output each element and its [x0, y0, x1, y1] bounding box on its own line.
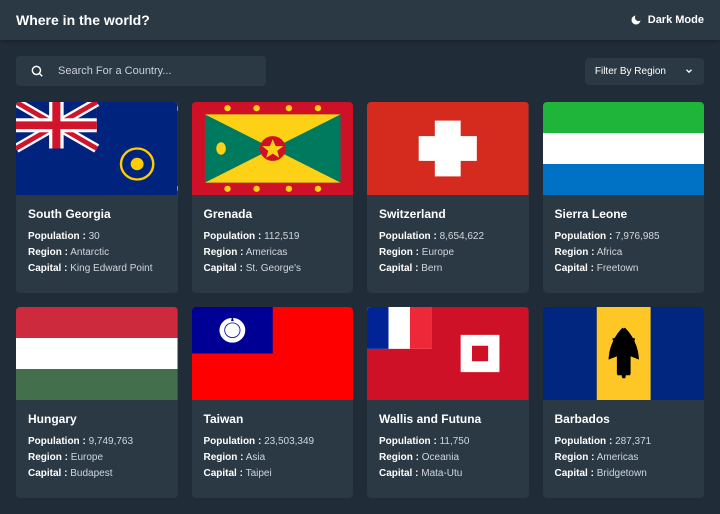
- country-name: Taiwan: [204, 412, 342, 426]
- country-name: Switzerland: [379, 207, 517, 221]
- flag-image: [16, 307, 178, 400]
- country-info: Taiwan Population : 23,503,349 Region : …: [192, 400, 354, 498]
- region-filter[interactable]: Filter By Region: [585, 58, 704, 85]
- header: Where in the world? Dark Mode: [0, 0, 720, 40]
- country-card[interactable]: Wallis and Futuna Population : 11,750 Re…: [367, 307, 529, 498]
- country-name: Sierra Leone: [555, 207, 693, 221]
- darkmode-toggle[interactable]: Dark Mode: [630, 14, 704, 26]
- country-meta: Population : 287,371 Region : Americas C…: [555, 434, 693, 482]
- country-card[interactable]: Taiwan Population : 23,503,349 Region : …: [192, 307, 354, 498]
- country-info: Sierra Leone Population : 7,976,985 Regi…: [543, 195, 705, 293]
- page-title: Where in the world?: [16, 12, 150, 28]
- country-info: Barbados Population : 287,371 Region : A…: [543, 400, 705, 498]
- country-grid: South Georgia Population : 30 Region : A…: [0, 102, 720, 514]
- country-card[interactable]: Switzerland Population : 8,654,622 Regio…: [367, 102, 529, 293]
- country-info: Grenada Population : 112,519 Region : Am…: [192, 195, 354, 293]
- country-card[interactable]: Barbados Population : 287,371 Region : A…: [543, 307, 705, 498]
- flag-image: [543, 102, 705, 195]
- country-info: South Georgia Population : 30 Region : A…: [16, 195, 178, 293]
- search-box[interactable]: [16, 56, 266, 86]
- flag-image: [192, 102, 354, 195]
- country-name: South Georgia: [28, 207, 166, 221]
- flag-image: [367, 307, 529, 400]
- flag-image: [543, 307, 705, 400]
- country-meta: Population : 11,750 Region : Oceania Cap…: [379, 434, 517, 482]
- country-card[interactable]: Hungary Population : 9,749,763 Region : …: [16, 307, 178, 498]
- country-meta: Population : 23,503,349 Region : Asia Ca…: [204, 434, 342, 482]
- flag-image: [367, 102, 529, 195]
- country-meta: Population : 112,519 Region : Americas C…: [204, 229, 342, 277]
- search-input[interactable]: [58, 65, 252, 77]
- country-card[interactable]: Grenada Population : 112,519 Region : Am…: [192, 102, 354, 293]
- controls-bar: Filter By Region: [0, 40, 720, 102]
- flag-image: [192, 307, 354, 400]
- country-card[interactable]: South Georgia Population : 30 Region : A…: [16, 102, 178, 293]
- chevron-down-icon: [684, 66, 694, 76]
- country-name: Barbados: [555, 412, 693, 426]
- country-meta: Population : 8,654,622 Region : Europe C…: [379, 229, 517, 277]
- filter-label: Filter By Region: [595, 66, 666, 77]
- country-info: Wallis and Futuna Population : 11,750 Re…: [367, 400, 529, 498]
- country-name: Wallis and Futuna: [379, 412, 517, 426]
- search-icon: [30, 64, 44, 78]
- country-name: Grenada: [204, 207, 342, 221]
- country-meta: Population : 7,976,985 Region : Africa C…: [555, 229, 693, 277]
- moon-icon: [630, 14, 642, 26]
- darkmode-label: Dark Mode: [648, 14, 704, 26]
- country-name: Hungary: [28, 412, 166, 426]
- country-meta: Population : 9,749,763 Region : Europe C…: [28, 434, 166, 482]
- flag-image: [16, 102, 178, 195]
- country-meta: Population : 30 Region : Antarctic Capit…: [28, 229, 166, 277]
- country-info: Switzerland Population : 8,654,622 Regio…: [367, 195, 529, 293]
- country-card[interactable]: Sierra Leone Population : 7,976,985 Regi…: [543, 102, 705, 293]
- country-info: Hungary Population : 9,749,763 Region : …: [16, 400, 178, 498]
